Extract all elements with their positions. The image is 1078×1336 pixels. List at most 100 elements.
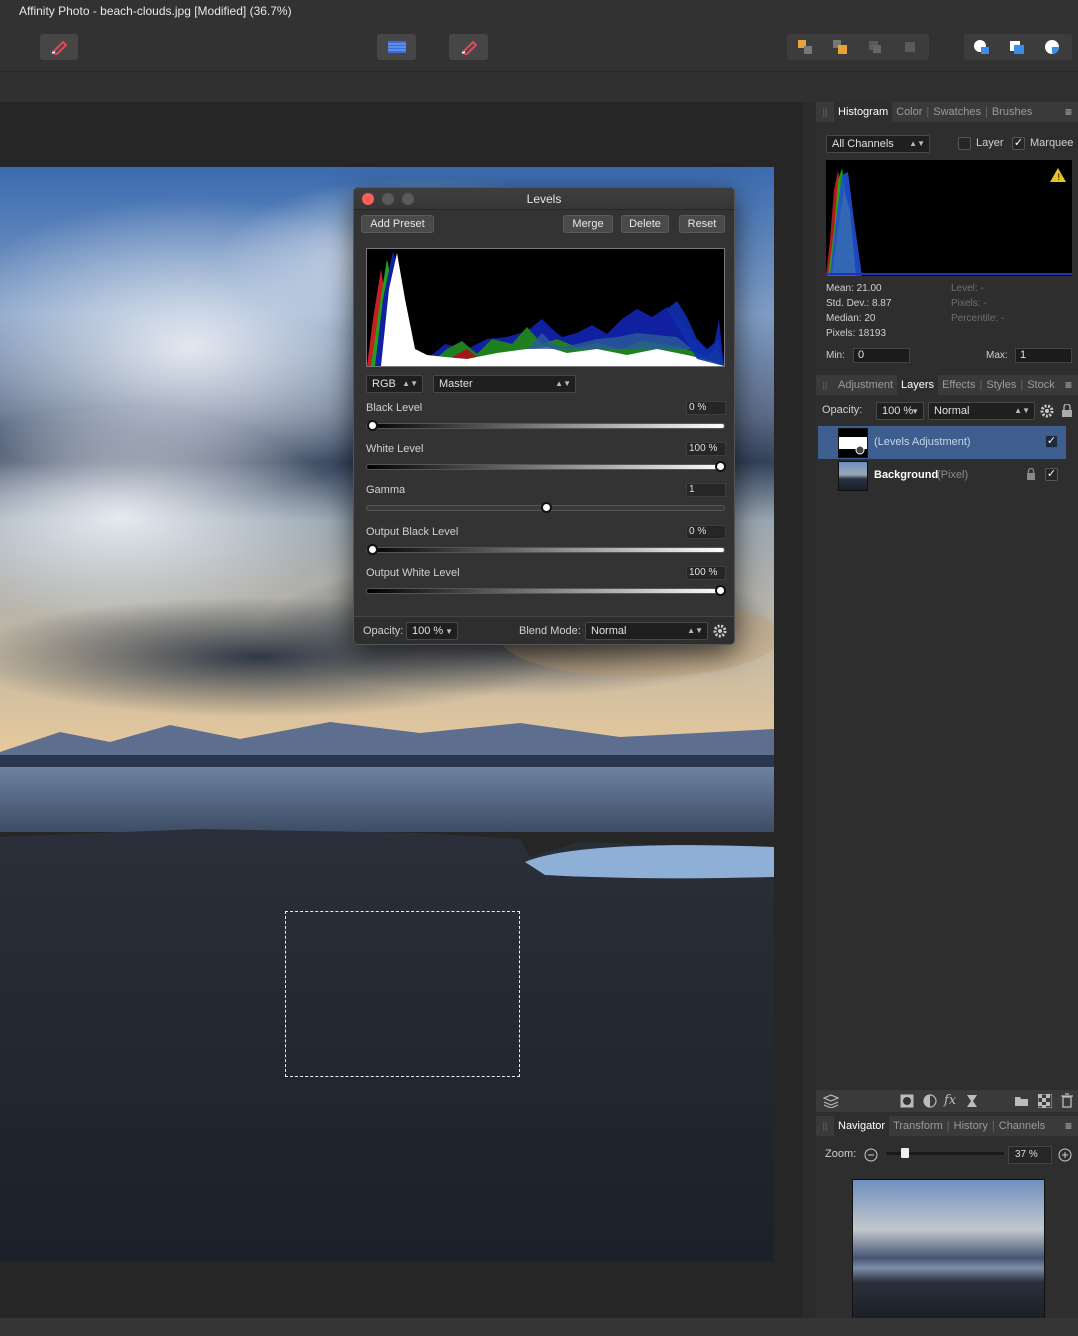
zoom-slider-handle[interactable] xyxy=(901,1148,909,1158)
adjustment-icon[interactable] xyxy=(923,1094,937,1108)
panel-grip-icon[interactable]: || xyxy=(816,102,834,122)
live-filter-icon[interactable] xyxy=(966,1094,978,1108)
tab-channels[interactable]: Channels xyxy=(995,1120,1049,1132)
output-white-level-slider[interactable] xyxy=(366,585,726,596)
max-input[interactable]: 1 xyxy=(1015,348,1072,363)
reset-button[interactable]: Reset xyxy=(679,215,725,233)
white-level-slider[interactable] xyxy=(366,461,726,472)
svg-text:!: ! xyxy=(1057,173,1061,183)
tab-effects[interactable]: Effects xyxy=(938,379,979,391)
right-panels: || Histogram Color | Swatches | Brushes … xyxy=(816,102,1078,1336)
add-icon xyxy=(973,40,989,54)
layer-name: (Levels Adjustment) xyxy=(874,436,971,448)
gear-icon[interactable] xyxy=(1040,404,1054,418)
navigator-preview[interactable] xyxy=(852,1179,1045,1323)
selection-brush-button[interactable] xyxy=(40,34,78,60)
tab-adjustment[interactable]: Adjustment xyxy=(834,379,897,391)
output-white-level-label: Output White Level xyxy=(366,567,460,579)
tab-layers[interactable]: Layers xyxy=(897,375,939,395)
send-backward-icon xyxy=(832,40,847,54)
output-white-level-handle[interactable] xyxy=(715,585,726,596)
output-black-level-slider[interactable] xyxy=(366,544,725,555)
zoom-slider[interactable] xyxy=(886,1148,1004,1158)
panel-grip-icon[interactable]: || xyxy=(816,1116,834,1136)
black-level-slider[interactable] xyxy=(366,420,725,431)
trash-icon[interactable] xyxy=(1061,1093,1073,1108)
zoom-in-icon[interactable] xyxy=(1058,1148,1072,1162)
blend-mode-label: Blend Mode: xyxy=(519,625,581,637)
panel-grip-icon[interactable]: || xyxy=(816,375,834,395)
layers-stack-icon[interactable] xyxy=(823,1094,839,1108)
tab-history[interactable]: History xyxy=(950,1120,992,1132)
move-back-icon xyxy=(904,42,915,52)
boolean-intersect-button[interactable] xyxy=(1034,34,1069,60)
title-bar: Affinity Photo - beach-clouds.jpg [Modif… xyxy=(0,0,1078,22)
blend-mode-select[interactable]: Normal ▲▼ xyxy=(585,622,708,640)
white-level-value[interactable]: 100 % xyxy=(686,442,726,456)
levels-dialog: Levels Add Preset Merge Delete Reset RGB… xyxy=(353,187,735,645)
zoom-out-icon[interactable] xyxy=(864,1148,878,1162)
layer-visibility-checkbox[interactable]: ✓ xyxy=(1045,435,1058,448)
tab-histogram[interactable]: Histogram xyxy=(834,102,893,122)
marquee-checkbox[interactable]: ✓ xyxy=(1012,137,1025,150)
grid-button[interactable] xyxy=(377,34,416,60)
gamma-slider[interactable] xyxy=(366,502,725,513)
lock-icon[interactable] xyxy=(1061,404,1073,418)
zoom-value-field[interactable]: 37 % xyxy=(1008,1146,1052,1164)
panel-menu-icon[interactable]: ≡ xyxy=(1065,105,1072,119)
layer-opacity-label: Opacity: xyxy=(822,404,863,416)
tab-styles[interactable]: Styles xyxy=(982,379,1020,391)
bring-forward-button[interactable] xyxy=(787,34,822,60)
layer-opacity-select[interactable]: 100 % ▼ xyxy=(876,402,924,420)
add-preset-button[interactable]: Add Preset xyxy=(361,215,434,233)
panel-menu-icon[interactable]: ≡ xyxy=(1065,378,1072,392)
stat-mean: Mean: 21.00 xyxy=(826,283,882,294)
black-level-handle[interactable] xyxy=(367,420,378,431)
dialog-opacity-select[interactable]: 100 % ▼ xyxy=(406,622,458,640)
boolean-add-button[interactable] xyxy=(964,34,999,60)
move-back-button[interactable] xyxy=(892,34,927,60)
layer-row-background[interactable]: Background (Pixel) ✓ xyxy=(818,459,1066,492)
channel-select[interactable]: Master ▲▼ xyxy=(433,375,576,393)
tab-navigator[interactable]: Navigator xyxy=(834,1116,890,1136)
layers-panel-tabs: || Adjustment Layers Effects | Styles | … xyxy=(816,375,1078,395)
dialog-opacity-label: Opacity: xyxy=(363,625,404,637)
layer-visibility-checkbox[interactable]: ✓ xyxy=(1045,468,1058,481)
layer-checkbox[interactable] xyxy=(958,137,971,150)
move-front-button[interactable] xyxy=(857,34,892,60)
boolean-subtract-button[interactable] xyxy=(999,34,1034,60)
channels-select[interactable]: All Channels ▲▼ xyxy=(826,135,930,153)
tab-stock[interactable]: Stock xyxy=(1023,379,1059,391)
refine-brush-button[interactable] xyxy=(449,34,488,60)
lock-icon[interactable] xyxy=(1026,468,1036,481)
layer-type: (Pixel) xyxy=(937,469,969,481)
channel-mode-select[interactable]: RGB ▲▼ xyxy=(366,375,423,393)
gamma-handle[interactable] xyxy=(541,502,552,513)
white-level-handle[interactable] xyxy=(715,461,726,472)
layer-row-levels[interactable]: (Levels Adjustment) ✓ xyxy=(818,426,1066,459)
tab-swatches[interactable]: Swatches xyxy=(929,106,985,118)
output-black-level-value[interactable]: 0 % xyxy=(686,525,726,539)
fx-icon[interactable]: fx xyxy=(944,1093,956,1108)
folder-icon[interactable] xyxy=(1014,1095,1029,1107)
tab-color[interactable]: Color xyxy=(892,106,926,118)
delete-button[interactable]: Delete xyxy=(621,215,669,233)
tab-transform[interactable]: Transform xyxy=(889,1120,947,1132)
send-backward-button[interactable] xyxy=(822,34,857,60)
merge-button[interactable]: Merge xyxy=(563,215,613,233)
panel-menu-icon[interactable]: ≡ xyxy=(1065,1119,1072,1133)
gamma-value[interactable]: 1 xyxy=(686,483,726,497)
tab-brushes[interactable]: Brushes xyxy=(988,106,1036,118)
layer-blend-select[interactable]: Normal ▲▼ xyxy=(928,402,1035,420)
black-level-value[interactable]: 0 % xyxy=(686,401,726,415)
output-black-level-handle[interactable] xyxy=(367,544,378,555)
levels-dialog-footer: Opacity: 100 % ▼ Blend Mode: Normal ▲▼ xyxy=(354,616,734,644)
marquee-selection[interactable] xyxy=(285,911,520,1077)
chevron-updown-icon: ▲▼ xyxy=(402,379,418,388)
mask-icon[interactable] xyxy=(900,1094,914,1108)
levels-dialog-titlebar[interactable]: Levels xyxy=(354,188,734,210)
output-white-level-value[interactable]: 100 % xyxy=(686,566,726,580)
checker-icon[interactable] xyxy=(1038,1094,1052,1108)
min-input[interactable]: 0 xyxy=(853,348,910,363)
gear-icon[interactable] xyxy=(713,624,727,638)
